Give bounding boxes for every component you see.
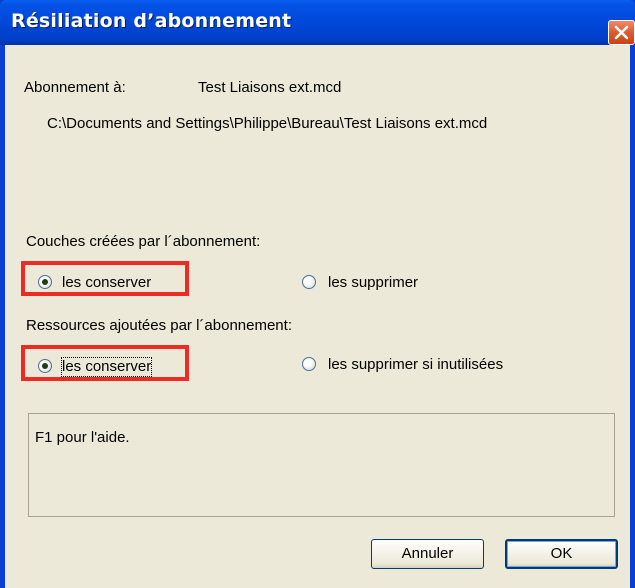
radio-selected-dot: [42, 279, 48, 285]
resources-heading: Ressources ajoutées par l´abonnement:: [26, 317, 292, 334]
layers-delete-label[interactable]: les supprimer: [328, 274, 418, 292]
layers-keep-radio[interactable]: [38, 275, 52, 289]
title-bar[interactable]: Résiliation d’abonnement: [0, 0, 635, 45]
layers-heading: Couches créées par l´abonnement:: [26, 233, 261, 250]
close-icon: [614, 25, 629, 40]
dialog-client-area: Abonnement à: Test Liaisons ext.mcd C:\D…: [5, 45, 630, 588]
subscription-name: Test Liaisons ext.mcd: [198, 79, 342, 96]
resources-keep-radio[interactable]: [38, 359, 52, 373]
dialog-window: Résiliation d’abonnement Abonnement à: T…: [0, 0, 635, 588]
layers-delete-radio[interactable]: [302, 275, 316, 289]
cancel-button[interactable]: Annuler: [371, 539, 484, 569]
resources-delete-radio[interactable]: [302, 357, 316, 371]
resources-delete-label[interactable]: les supprimer si inutilisées: [328, 356, 503, 374]
layers-keep-label[interactable]: les conserver: [62, 274, 151, 292]
radio-selected-dot: [42, 363, 48, 369]
ok-button[interactable]: OK: [505, 539, 618, 569]
subscription-path: C:\Documents and Settings\Philippe\Burea…: [47, 115, 488, 132]
help-box: F1 pour l'aide.: [28, 413, 615, 517]
dialog-title: Résiliation d’abonnement: [11, 10, 292, 32]
close-button[interactable]: [608, 20, 635, 45]
subscription-label: Abonnement à:: [24, 79, 126, 96]
help-text: F1 pour l'aide.: [35, 429, 130, 446]
resources-keep-label[interactable]: les conserver: [60, 357, 153, 377]
